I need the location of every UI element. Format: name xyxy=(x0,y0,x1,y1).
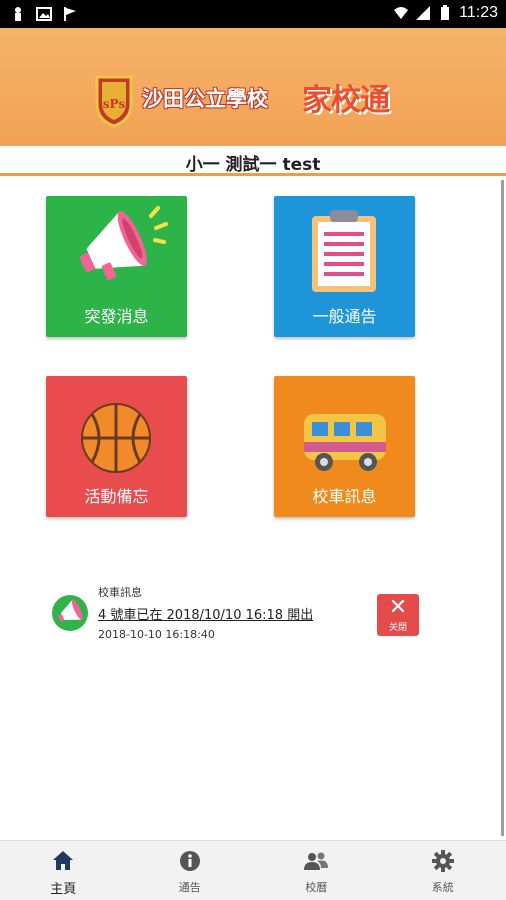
people-icon xyxy=(304,852,329,870)
tab-home[interactable]: 主頁 xyxy=(0,841,127,900)
user-name: 小一 測試一 test xyxy=(185,155,321,175)
image-notification-icon xyxy=(36,7,52,21)
tab-label: 通告 xyxy=(178,881,201,894)
bottom-tab-bar: 主頁 通告 校曆 系統 xyxy=(0,840,506,900)
signal-icon xyxy=(416,6,431,20)
tab-calendar[interactable]: 校曆 xyxy=(253,841,380,900)
tab-system[interactable]: 系統 xyxy=(380,841,506,900)
close-label: 关閉 xyxy=(388,623,407,633)
wifi-icon xyxy=(394,7,409,19)
app-name: 家校通 xyxy=(302,83,390,118)
notification-avatar xyxy=(52,595,88,631)
notification-category: 校車訊息 xyxy=(98,586,142,599)
gear-icon xyxy=(431,850,454,872)
tile-label: 一般通告 xyxy=(312,307,377,326)
tile-label: 活動備忘 xyxy=(84,487,149,506)
person-notification-icon xyxy=(15,7,21,21)
tab-label: 系統 xyxy=(431,881,454,894)
header-banner: sPs 沙田公立學校 家校通 xyxy=(0,28,506,146)
tile-school-bus[interactable]: 校車訊息 xyxy=(274,376,415,517)
status-bar-notifications xyxy=(10,6,78,22)
megaphone-icon xyxy=(57,599,83,622)
tile-general-notice[interactable]: 一般通告 xyxy=(274,196,415,337)
flag-notification-icon xyxy=(64,7,76,21)
tab-label: 校曆 xyxy=(305,881,328,894)
notification-message[interactable]: 4 號車已在 2018/10/10 16:18 開出 xyxy=(98,604,313,623)
tab-label: 主頁 xyxy=(50,882,77,897)
info-icon xyxy=(179,851,200,871)
status-bar-system: 11:23 xyxy=(393,4,498,22)
home-icon xyxy=(53,851,74,870)
tile-label: 突發消息 xyxy=(84,307,149,326)
notification-timestamp: 2018-10-10 16:18:40 xyxy=(98,628,215,641)
battery-icon xyxy=(441,5,450,20)
scrollbar[interactable] xyxy=(501,180,504,836)
user-bar: 小一 測試一 test xyxy=(0,146,506,176)
tab-notices[interactable]: 通告 xyxy=(127,841,254,900)
notification-close-button[interactable]: ✕ 关閉 xyxy=(377,594,419,636)
status-time: 11:23 xyxy=(459,4,498,21)
tile-breaking-news[interactable]: 突發消息 xyxy=(46,196,187,337)
close-icon: ✕ xyxy=(388,595,408,620)
logo-text: sPs xyxy=(103,97,126,111)
tile-activity-memo[interactable]: 活動備忘 xyxy=(46,376,187,517)
status-bar: 11:23 xyxy=(0,0,506,28)
school-name: 沙田公立學校 xyxy=(142,87,268,111)
tile-label: 校車訊息 xyxy=(312,487,377,506)
notification-item[interactable]: 校車訊息 4 號車已在 2018/10/10 16:18 開出 2018-10-… xyxy=(52,584,432,646)
school-logo: sPs xyxy=(95,75,133,128)
